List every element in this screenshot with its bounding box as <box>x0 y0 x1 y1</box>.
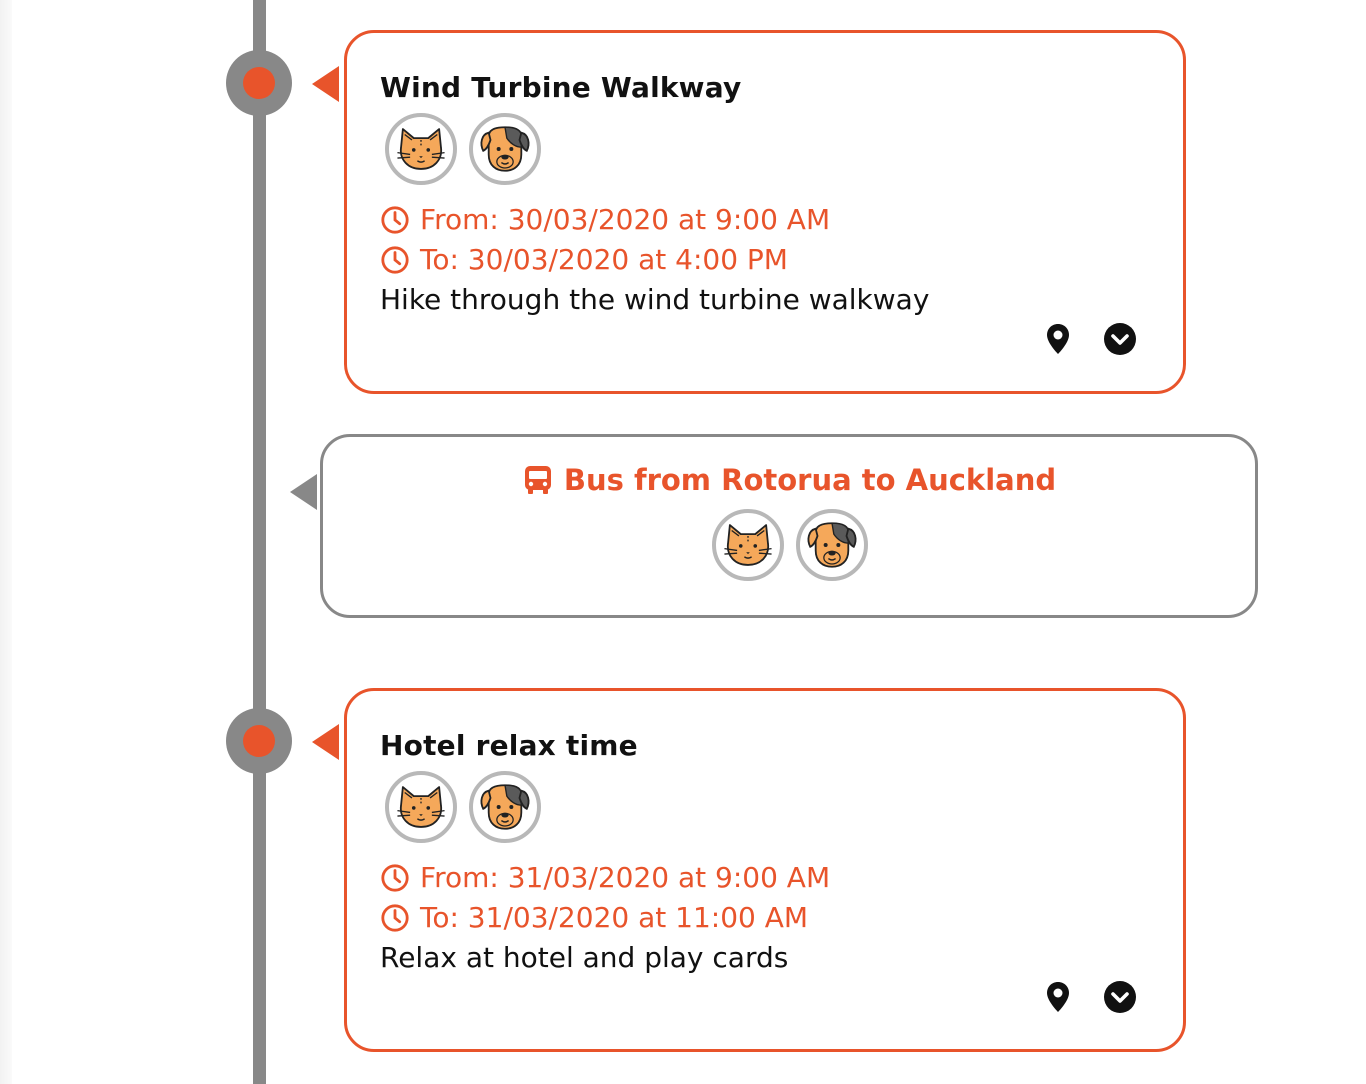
cat-avatar[interactable] <box>385 771 457 843</box>
card-pointer <box>312 724 339 760</box>
dog-avatar[interactable] <box>469 771 541 843</box>
cat-icon <box>392 120 450 178</box>
event-description: Relax at hotel and play cards <box>380 941 789 974</box>
timeline-page: Wind Turbine Walkway From: 30/03/2020 at… <box>0 0 1366 1084</box>
cat-icon <box>719 516 777 574</box>
event-end-time: To: 31/03/2020 at 11:00 AM <box>380 901 808 934</box>
map-pin-icon[interactable] <box>1046 323 1070 355</box>
card-pointer <box>290 474 317 510</box>
clock-icon <box>380 245 410 275</box>
event-actions <box>1046 323 1136 355</box>
chevron-down-circle-icon[interactable] <box>1104 323 1136 355</box>
chevron-down-circle-icon[interactable] <box>1104 981 1136 1013</box>
event-title: Hotel relax time <box>380 729 638 762</box>
card-pointer <box>312 66 339 102</box>
cat-avatar[interactable] <box>712 509 784 581</box>
dog-icon <box>476 778 534 836</box>
event-start-time: From: 30/03/2020 at 9:00 AM <box>380 203 830 236</box>
event-actions <box>1046 981 1136 1013</box>
event-to-text: To: 30/03/2020 at 4:00 PM <box>420 243 788 276</box>
dog-icon <box>803 516 861 574</box>
attendee-list <box>385 113 541 185</box>
event-description: Hike through the wind turbine walkway <box>380 283 930 316</box>
timeline-node-dot <box>243 725 275 757</box>
event-title: Wind Turbine Walkway <box>380 71 742 104</box>
dog-avatar[interactable] <box>469 113 541 185</box>
event-from-text: From: 31/03/2020 at 9:00 AM <box>420 861 831 894</box>
event-end-time: To: 30/03/2020 at 4:00 PM <box>380 243 788 276</box>
cat-icon <box>392 778 450 836</box>
map-pin-icon[interactable] <box>1046 981 1070 1013</box>
bus-icon <box>522 464 554 496</box>
transport-card[interactable]: Bus from Rotorua to Auckland <box>320 434 1258 618</box>
clock-icon <box>380 863 410 893</box>
timeline-node <box>226 708 292 774</box>
left-gutter <box>0 0 12 1084</box>
event-start-time: From: 31/03/2020 at 9:00 AM <box>380 861 830 894</box>
timeline-node <box>226 50 292 116</box>
attendee-list <box>712 509 868 581</box>
event-from-text: From: 30/03/2020 at 9:00 AM <box>420 203 831 236</box>
timeline-node-dot <box>243 67 275 99</box>
dog-avatar[interactable] <box>796 509 868 581</box>
attendee-list <box>385 771 541 843</box>
dog-icon <box>476 120 534 178</box>
cat-avatar[interactable] <box>385 113 457 185</box>
event-to-text: To: 31/03/2020 at 11:00 AM <box>420 901 809 934</box>
clock-icon <box>380 205 410 235</box>
transport-title-text: Bus from Rotorua to Auckland <box>563 463 1057 497</box>
event-card[interactable]: Hotel relax time From: 31/03/2020 at 9:0… <box>344 688 1186 1052</box>
event-card[interactable]: Wind Turbine Walkway From: 30/03/2020 at… <box>344 30 1186 394</box>
transport-title: Bus from Rotorua to Auckland <box>323 463 1255 497</box>
timeline-line <box>253 0 266 1084</box>
clock-icon <box>380 903 410 933</box>
